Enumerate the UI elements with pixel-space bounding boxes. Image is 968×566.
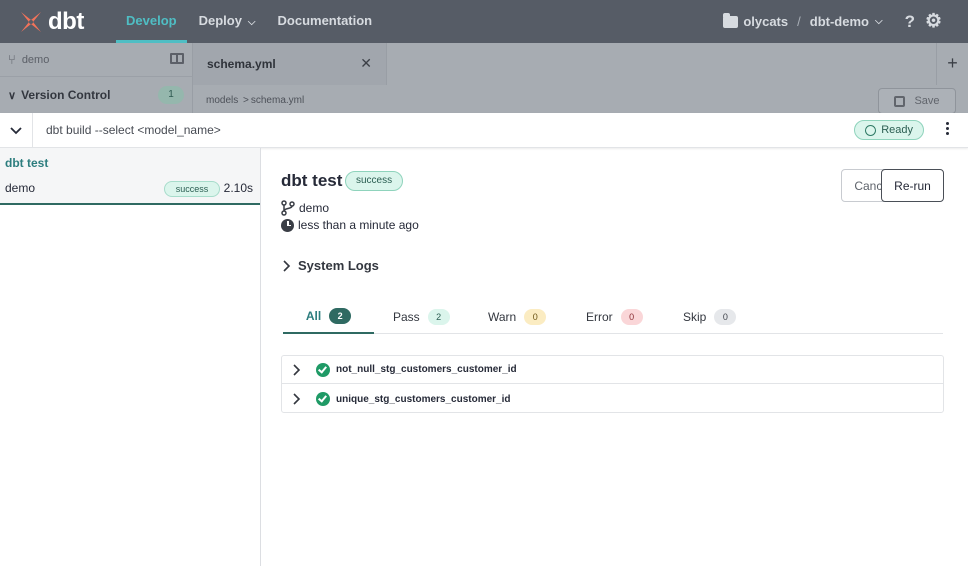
version-control-label: Version Control bbox=[21, 88, 111, 102]
test-name: unique_stg_customers_customer_id bbox=[336, 393, 511, 405]
run-duration: 2.10s bbox=[223, 181, 253, 195]
path-separator: / bbox=[797, 14, 801, 29]
org-name[interactable]: olycats bbox=[743, 14, 788, 29]
command-input[interactable]: dbt build --select <model_name> bbox=[46, 123, 221, 137]
breadcrumb: models > schema.yml bbox=[206, 95, 304, 106]
tab-label: Pass bbox=[393, 310, 420, 324]
chevron-down-icon bbox=[10, 126, 22, 134]
chevron-down-icon[interactable]: ⌵ bbox=[875, 16, 883, 27]
list-item[interactable]: dbt test demo success 2.10s bbox=[0, 148, 260, 205]
git-branch-icon: ⑂ bbox=[8, 52, 16, 67]
run-title: dbt test bbox=[5, 156, 49, 170]
folder-icon bbox=[723, 12, 739, 28]
dbt-logo[interactable]: dbt bbox=[18, 0, 108, 43]
chevron-right-icon[interactable] bbox=[293, 363, 301, 376]
tab-label: Skip bbox=[683, 310, 707, 324]
rerun-button[interactable]: Re-run bbox=[881, 169, 944, 202]
version-control-header[interactable]: ∨ Version Control 1 bbox=[0, 76, 193, 113]
table-row[interactable]: not_null_stg_customers_customer_id bbox=[282, 356, 943, 384]
chevron-down-icon: ⌵ bbox=[247, 17, 256, 28]
status-circle-icon bbox=[865, 124, 877, 136]
version-control-count-badge: 1 bbox=[158, 86, 184, 104]
branch-name: demo bbox=[299, 201, 330, 215]
branch-name: demo bbox=[21, 53, 50, 66]
brand-name: dbt bbox=[48, 7, 84, 35]
tab-count-badge: 2 bbox=[329, 308, 352, 324]
collapse-button[interactable] bbox=[0, 113, 33, 148]
tab-pass[interactable]: Pass 2 bbox=[393, 300, 450, 334]
project-selector[interactable]: dbt-demo bbox=[810, 14, 869, 29]
save-button[interactable]: Save bbox=[878, 88, 956, 114]
nav-deploy[interactable]: Deploy ⌵ bbox=[199, 0, 256, 43]
test-name: not_null_stg_customers_customer_id bbox=[336, 364, 517, 375]
status-label: Ready bbox=[881, 124, 913, 136]
gear-icon[interactable]: ⚙ bbox=[925, 10, 942, 33]
run-branch: demo bbox=[5, 181, 36, 195]
chevron-right-icon[interactable] bbox=[293, 393, 301, 405]
dbt-logo-icon bbox=[21, 11, 41, 32]
editor-tab-label: schema.yml bbox=[207, 57, 276, 71]
save-label: Save bbox=[914, 95, 940, 107]
ide-header-dimmed: ⑂ demo ∨ Version Control 1 schema.yml ✕ … bbox=[0, 43, 968, 114]
tab-skip[interactable]: Skip 0 bbox=[683, 300, 737, 334]
status-badge: success bbox=[345, 171, 404, 191]
page-title: dbt test bbox=[281, 171, 343, 190]
command-bar: dbt build --select <model_name> Ready bbox=[0, 113, 968, 148]
run-time-info: less than a minute ago bbox=[281, 218, 419, 232]
breadcrumb-item[interactable]: schema.yml bbox=[251, 95, 304, 106]
run-detail-pane: dbt test success demo less than a minute… bbox=[261, 148, 968, 566]
branch-indicator[interactable]: ⑂ demo bbox=[0, 43, 193, 76]
status-badge: Ready bbox=[854, 120, 924, 140]
top-nav: dbt Develop Deploy ⌵ Documentation olycat… bbox=[0, 0, 968, 43]
chevron-right-icon bbox=[283, 259, 291, 272]
add-tab-button[interactable]: + bbox=[936, 43, 968, 85]
more-options-icon[interactable] bbox=[946, 122, 950, 138]
status-badge: success bbox=[164, 181, 220, 197]
result-filter-tabs: All 2 Pass 2 Warn 0 Error 0 Skip 0 bbox=[283, 300, 943, 334]
system-logs-toggle[interactable]: System Logs bbox=[283, 258, 379, 273]
tab-warn[interactable]: Warn 0 bbox=[488, 300, 547, 334]
help-icon[interactable]: ? bbox=[905, 12, 915, 32]
project-switcher-area: olycats / dbt-demo ⌵ ? ⚙ bbox=[723, 0, 968, 43]
tab-all[interactable]: All 2 bbox=[283, 300, 374, 334]
clock-icon bbox=[281, 218, 294, 232]
rerun-label: Re-run bbox=[894, 178, 931, 193]
tab-error[interactable]: Error 0 bbox=[586, 300, 643, 334]
tab-count-badge: 2 bbox=[427, 309, 450, 325]
breadcrumb-separator: > bbox=[243, 95, 249, 106]
save-icon bbox=[894, 95, 906, 107]
close-icon[interactable]: ✕ bbox=[360, 55, 372, 72]
tab-label: Error bbox=[586, 310, 613, 324]
run-history-list: dbt test demo success 2.10s bbox=[0, 148, 261, 566]
run-branch-info: demo bbox=[281, 200, 329, 216]
panel-toggle-icon[interactable] bbox=[170, 53, 184, 64]
git-branch-icon bbox=[281, 200, 295, 216]
tab-count-badge: 0 bbox=[714, 309, 737, 325]
tab-label: All bbox=[305, 309, 322, 323]
nav-documentation[interactable]: Documentation bbox=[278, 0, 373, 43]
nav-develop[interactable]: Develop bbox=[116, 0, 187, 43]
editor-tab-schema[interactable]: schema.yml ✕ bbox=[193, 43, 387, 85]
tab-count-badge: 0 bbox=[524, 309, 547, 325]
system-logs-label: System Logs bbox=[298, 258, 379, 273]
check-circle-icon bbox=[316, 392, 330, 406]
table-row[interactable]: unique_stg_customers_customer_id bbox=[282, 385, 943, 413]
check-circle-icon bbox=[316, 362, 330, 377]
tab-count-badge: 0 bbox=[620, 309, 643, 325]
chevron-down-icon: ∨ bbox=[8, 89, 17, 102]
test-results-list: not_null_stg_customers_customer_id uniqu… bbox=[281, 355, 944, 413]
breadcrumb-item[interactable]: models bbox=[206, 95, 238, 106]
tab-label: Warn bbox=[488, 310, 517, 324]
run-timestamp: less than a minute ago bbox=[298, 218, 419, 232]
